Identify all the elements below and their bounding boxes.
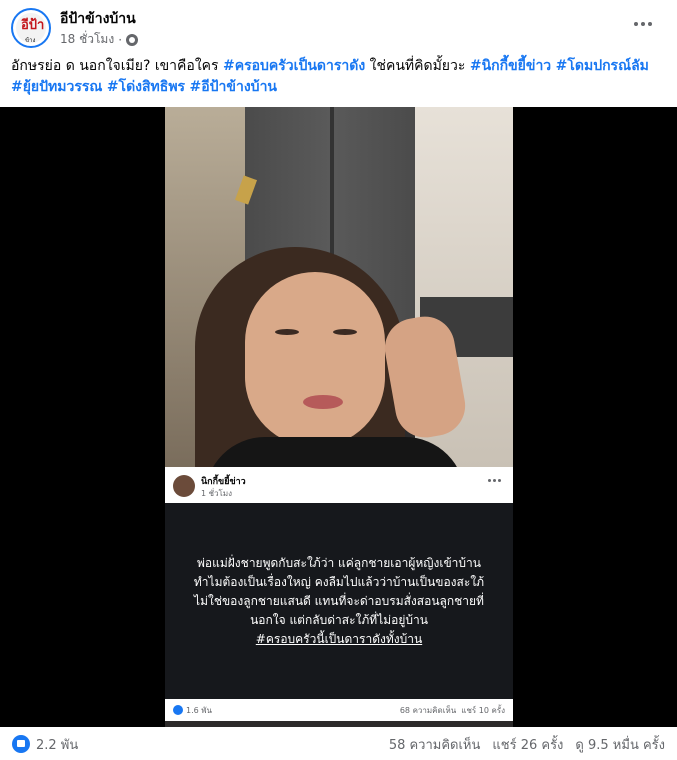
hashtag-link[interactable]: #ยุ้ยปัทมวรรณ (11, 79, 102, 95)
presenter-eye (275, 329, 299, 335)
presenter-eye (333, 329, 357, 335)
avatar-logo: อีป้า ข้างบ้าน (16, 13, 46, 44)
more-dots-icon (493, 479, 496, 482)
more-dots-icon (648, 22, 652, 26)
avatar-logo-text: อีป้า (21, 18, 45, 33)
facebook-post: อีป้า ข้างบ้าน อีป้าข้างบ้าน 18 ชั่วโมง … (0, 0, 677, 760)
embedded-hashtag: #ครอบครัวนี้เป็นดาราดังทั้งบ้าน (255, 631, 423, 646)
embedded-comments: 68 ความคิดเห็น (399, 705, 457, 715)
post-stats: 58 ความคิดเห็น แชร์ 26 ครั้ง ดู 9.5 หมื่… (389, 734, 665, 755)
shares-count-link[interactable]: แชร์ 26 ครั้ง (492, 734, 563, 755)
embedded-post-body: พ่อแม่ฝั่งชายพูดกับสะใภ้ว่า แค่ลูกชายเอา… (165, 503, 513, 699)
caption-text: ใช่คนที่คิดมั้ยวะ (365, 58, 470, 74)
page-avatar[interactable]: อีป้า ข้างบ้าน (11, 8, 51, 48)
embedded-post-footer: 1.6 พัน 68 ความคิดเห็น แชร์ 10 ครั้ง (165, 699, 513, 721)
embedded-likes-count: 1.6 พัน (186, 705, 213, 715)
embedded-avatar (173, 475, 195, 497)
post-footer: 2.2 พัน 58 ความคิดเห็น แชร์ 26 ครั้ง ดู … (0, 728, 677, 760)
embedded-post-card: นิกกี้ขยี้ข่าว 1 ชั่วโมง พ่อแม่ฝั่งชายพู… (165, 467, 513, 721)
presenter-face (245, 272, 385, 447)
more-dots-icon (498, 479, 501, 482)
post-caption: อักษรย่อ ด นอกใจเมีย? เขาคือใคร #ครอบครั… (11, 56, 663, 98)
reactions-summary[interactable]: 2.2 พัน (12, 734, 78, 755)
hashtag-link[interactable]: #โดมปกรณ์ลัม (556, 58, 649, 74)
like-icon (173, 705, 183, 715)
like-icon (12, 735, 30, 753)
embedded-post-text: พ่อแม่ฝั่งชายพูดกับสะใภ้ว่า แค่ลูกชายเอา… (193, 554, 485, 649)
hashtag-link[interactable]: #นิกกี้ขยี้ข่าว (470, 58, 551, 74)
post-header: อีป้า ข้างบ้าน อีป้าข้างบ้าน 18 ชั่วโมง … (0, 0, 677, 54)
embedded-likes: 1.6 พัน (173, 704, 212, 717)
hashtag-link[interactable]: #ครอบครัวเป็นดาราดัง (223, 58, 365, 74)
embedded-more-icon (488, 479, 501, 482)
avatar-logo-subtext: ข้างบ้าน (25, 37, 36, 44)
more-dots-icon (634, 22, 638, 26)
presenter-lips (303, 395, 343, 409)
page-name-link[interactable]: อีป้าข้างบ้าน (60, 8, 136, 30)
embedded-body-text: พ่อแม่ฝั่งชายพูดกับสะใภ้ว่า แค่ลูกชายเอา… (193, 555, 485, 627)
embedded-post-time: 1 ชั่วโมง (201, 489, 233, 498)
embedded-page-name: นิกกี้ขยี้ข่าว (201, 477, 246, 487)
hashtag-link[interactable]: #อีป้าข้างบ้าน (190, 79, 277, 95)
hashtag-link[interactable]: #โด่งสิทธิพร (107, 79, 185, 95)
embedded-shares: แชร์ 10 ครั้ง (461, 705, 505, 715)
video-player[interactable]: นิกกี้ขยี้ข่าว 1 ชั่วโมง พ่อแม่ฝั่งชายพู… (0, 107, 677, 727)
post-time-link[interactable]: 18 ชั่วโมง (60, 30, 114, 49)
embedded-stats: 68 ความคิดเห็น แชร์ 10 ครั้ง (400, 704, 505, 717)
views-count: ดู 9.5 หมื่น ครั้ง (575, 737, 665, 753)
more-options-button[interactable] (631, 14, 655, 34)
reactions-count: 2.2 พัน (36, 737, 79, 753)
comments-count-link[interactable]: 58 ความคิดเห็น (389, 734, 481, 755)
caption-text: อักษรย่อ ด นอกใจเมีย? เขาคือใคร (11, 58, 223, 74)
meta-separator: · (118, 32, 123, 47)
post-meta: 18 ชั่วโมง · (60, 30, 139, 49)
more-dots-icon (488, 479, 491, 482)
globe-icon[interactable] (126, 33, 139, 46)
more-dots-icon (641, 22, 645, 26)
